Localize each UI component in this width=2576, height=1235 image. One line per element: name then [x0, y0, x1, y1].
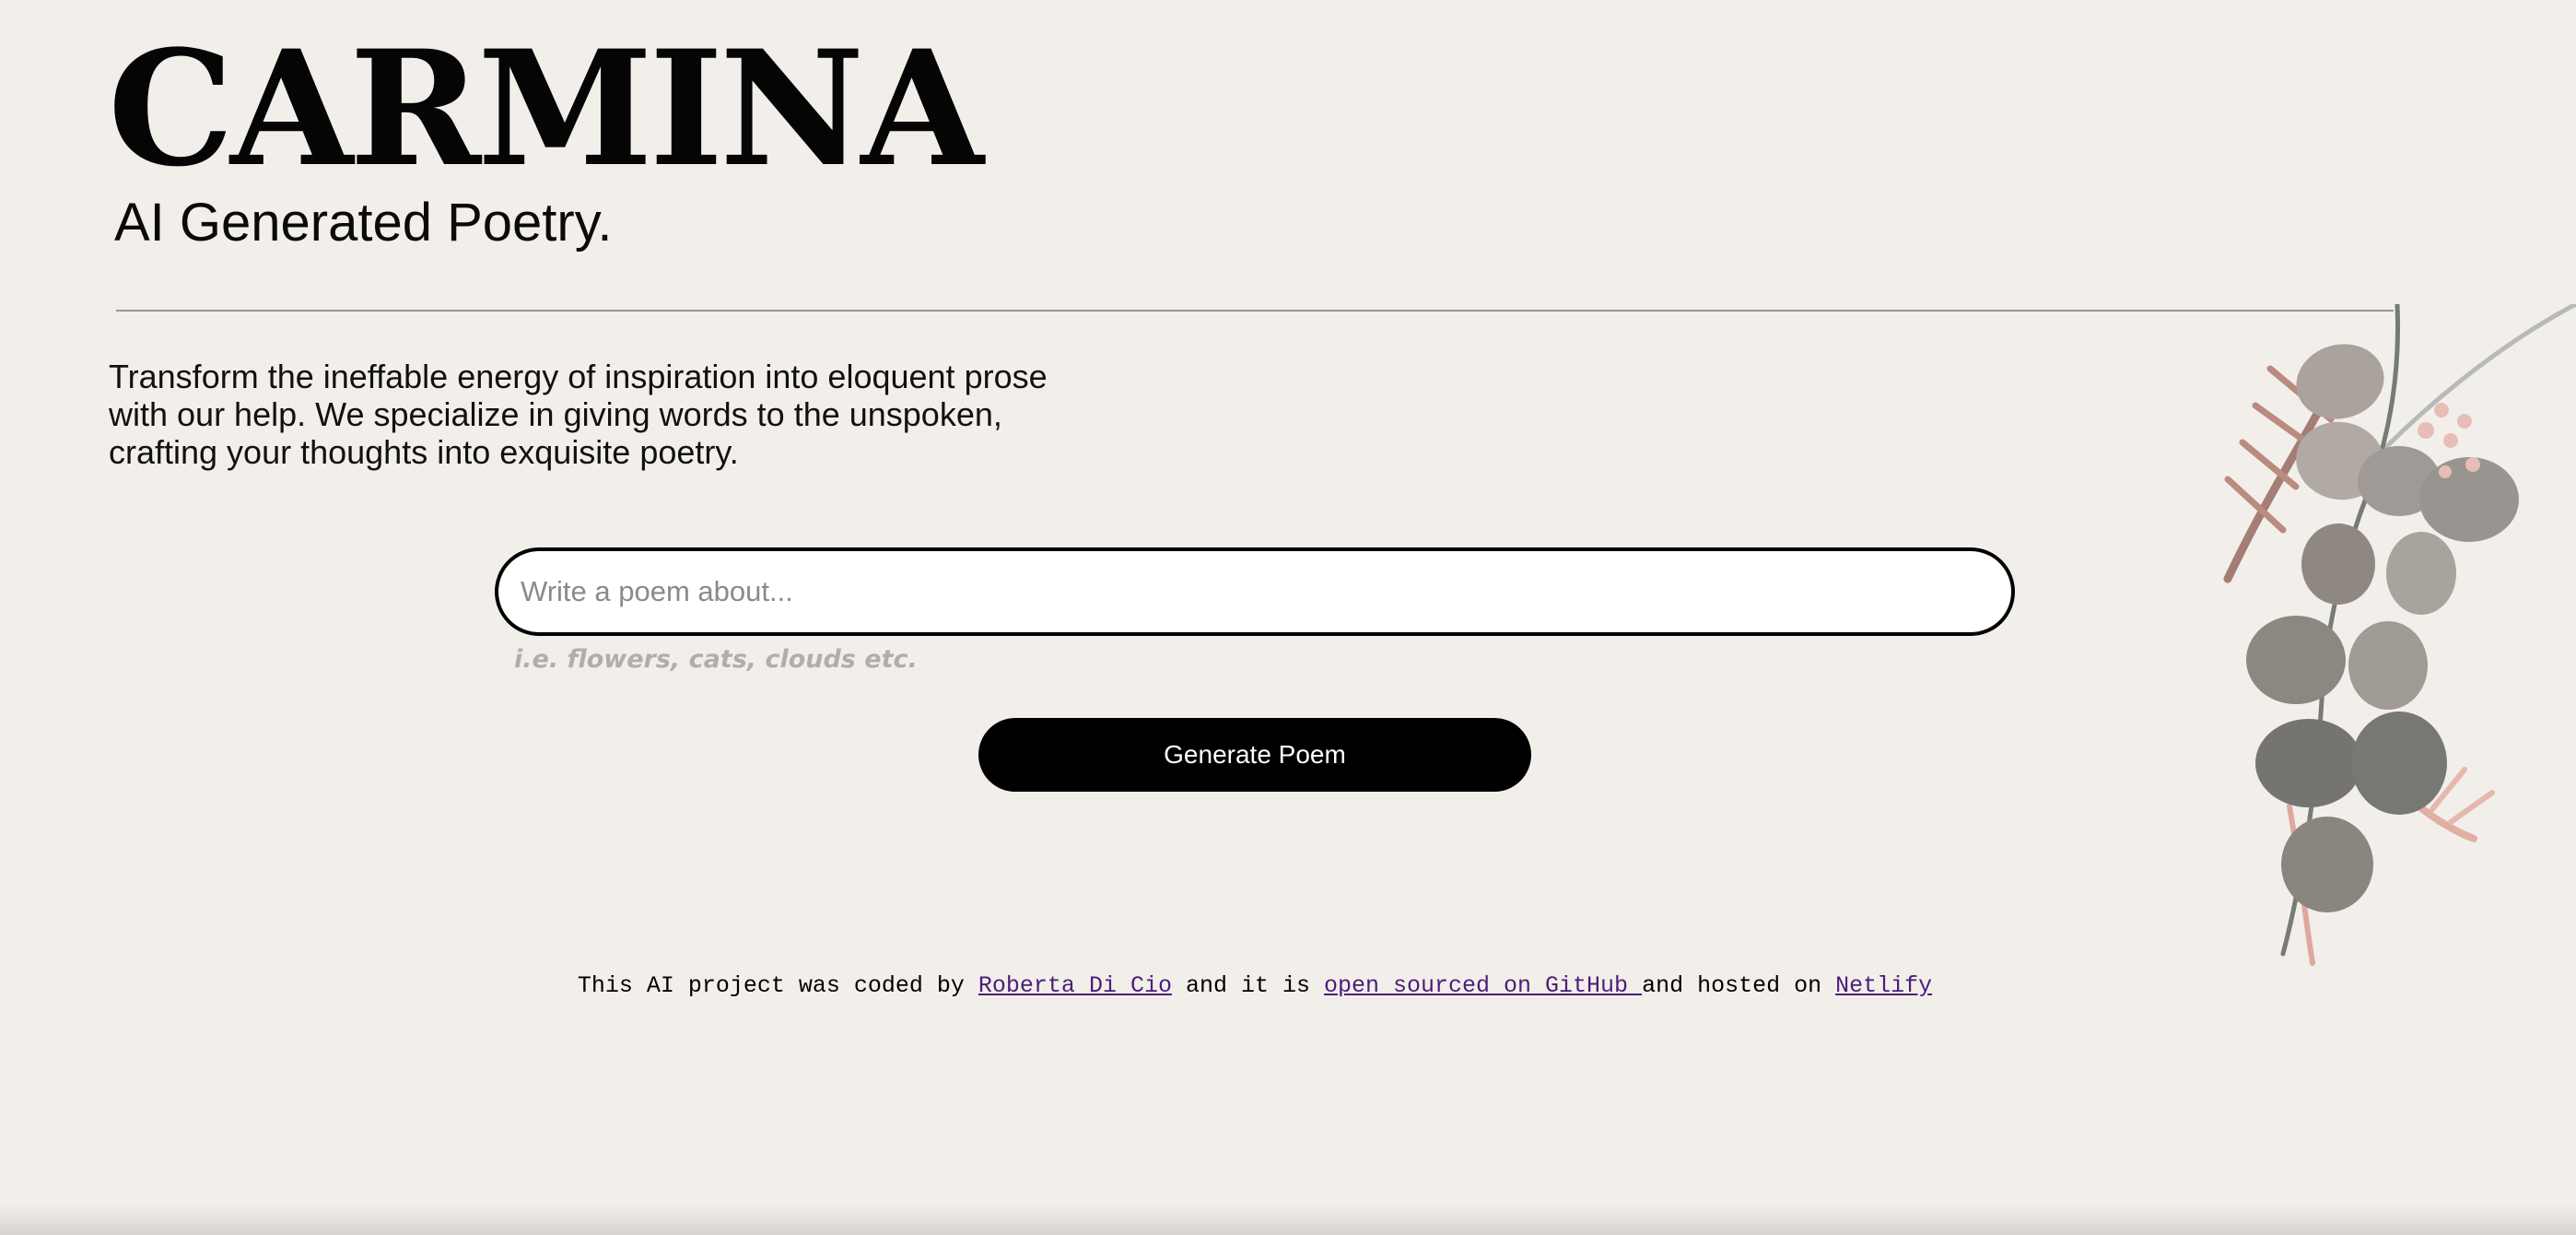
leaf-10: [2351, 712, 2447, 815]
footer-prefix: This AI project was coded by: [577, 972, 978, 999]
input-hint: i.e. flowers, cats, clouds etc.: [514, 645, 918, 674]
leaf-4: [2301, 523, 2375, 605]
intro-text: Transform the ineffable energy of inspir…: [109, 358, 1048, 471]
berry-3: [2443, 433, 2458, 448]
author-link[interactable]: Roberta Di Cio: [978, 972, 1172, 999]
netlify-link[interactable]: Netlify: [1835, 972, 1932, 999]
eucalyptus-leaves: [2246, 344, 2519, 912]
eucalyptus-floral-decoration: [2223, 304, 2576, 966]
footer-middle: and it is: [1171, 972, 1324, 999]
poetry-generator-page: CARMINA AI Generated Poetry. Transform t…: [0, 0, 2576, 1235]
leaf-6: [2386, 532, 2456, 615]
berry-1: [2418, 422, 2434, 439]
page-subtitle: AI Generated Poetry.: [114, 193, 613, 253]
upper-sprig-stem: [2383, 304, 2576, 450]
generate-poem-button[interactable]: Generate Poem: [978, 718, 1531, 792]
leaf-1: [2296, 344, 2384, 419]
leaf-11: [2281, 817, 2373, 912]
poem-topic-input[interactable]: [495, 547, 2015, 636]
berry-4: [2457, 414, 2472, 429]
footer-text: This AI project was coded by Roberta Di …: [0, 972, 2510, 999]
berry-2: [2434, 403, 2449, 418]
header-divider: [116, 310, 2394, 312]
leaf-9: [2255, 719, 2362, 807]
leaf-7: [2246, 616, 2346, 704]
bottom-shadow: [0, 1204, 2576, 1235]
berry-5: [2465, 457, 2480, 472]
footer-suffix: and hosted on: [1642, 972, 1836, 999]
page-title: CARMINA: [108, 15, 984, 202]
berry-6: [2439, 465, 2452, 478]
github-link[interactable]: open sourced on GitHub: [1324, 972, 1642, 999]
leaf-8: [2348, 621, 2428, 710]
